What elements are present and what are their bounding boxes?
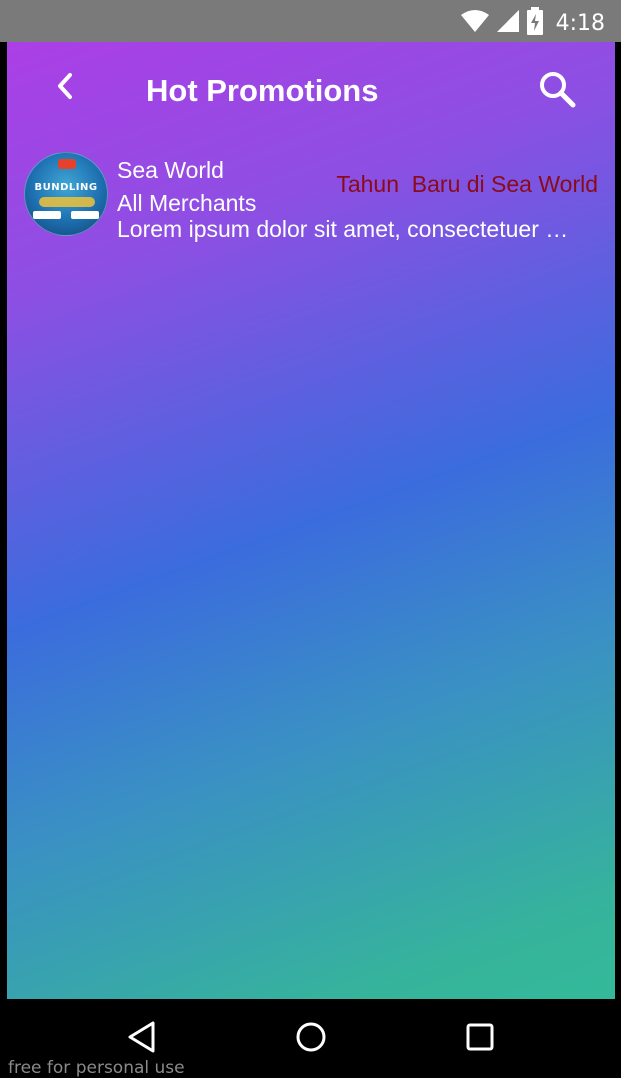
thumbnail-logo: [58, 159, 76, 169]
thumbnail-price-tag: [33, 211, 61, 219]
watermark-text: free for personal use: [8, 1058, 185, 1078]
signal-icon: [496, 9, 520, 38]
home-circle-icon: [294, 1020, 328, 1059]
battery-charging-icon: [526, 7, 544, 40]
search-button[interactable]: [534, 68, 580, 114]
thumbnail-price-tag: [71, 211, 99, 219]
thumbnail-text: BUNDLING: [34, 182, 98, 193]
status-icons: 4:18: [460, 7, 605, 40]
promotion-thumbnail: BUNDLING: [24, 152, 108, 236]
back-button[interactable]: [47, 70, 83, 106]
status-clock: 4:18: [555, 10, 605, 36]
toolbar: Hot Promotions: [7, 42, 615, 138]
promotion-description: Lorem ipsum dolor sit amet, consectetuer…: [117, 216, 577, 242]
page-title: Hot Promotions: [146, 73, 379, 108]
recent-apps-icon: [465, 1022, 495, 1057]
nav-back-button[interactable]: [120, 1019, 164, 1059]
promotion-list-item[interactable]: BUNDLING Sea World Tahun Baru di Sea Wor…: [7, 148, 615, 244]
wifi-icon: [460, 9, 490, 38]
chevron-left-icon: [55, 72, 75, 105]
promotion-category: All Merchants: [117, 190, 257, 216]
thumbnail-decoration: [39, 197, 95, 207]
nav-recent-apps-button[interactable]: [458, 1019, 502, 1059]
nav-home-button[interactable]: [289, 1019, 333, 1059]
search-icon: [537, 69, 577, 114]
promotion-headline: Tahun Baru di Sea World: [336, 171, 598, 197]
back-triangle-icon: [126, 1020, 158, 1059]
app-screen: Hot Promotions BUNDLING Sea World Tahun …: [7, 42, 615, 999]
promotion-merchant-name: Sea World: [117, 157, 224, 183]
status-bar: 4:18: [0, 0, 621, 42]
